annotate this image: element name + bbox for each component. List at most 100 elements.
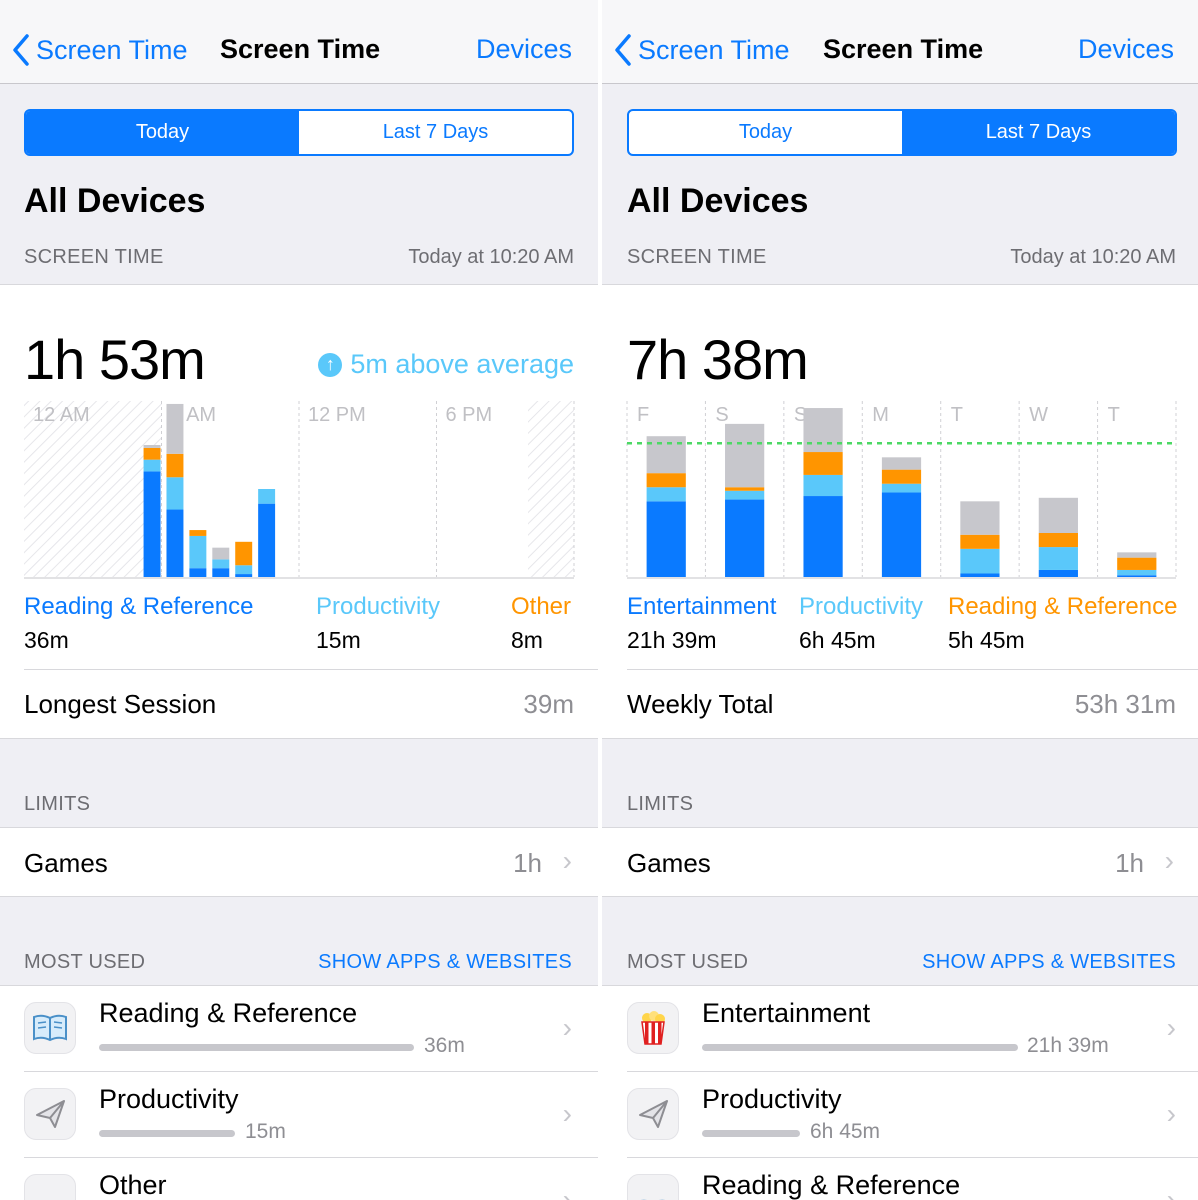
weekly-usage-chart: FSSMTWT <box>626 401 1177 579</box>
bar-segment <box>646 436 686 474</box>
period-segmented-control: Today Last 7 Days <box>627 109 1177 156</box>
navigation-bar: Screen Time Screen Time Devices <box>0 0 598 84</box>
legend-reading-name: Reading & Reference <box>24 593 254 620</box>
legend-entertainment-value: 21h 39m <box>627 627 717 653</box>
app-name: Productivity <box>99 1084 239 1114</box>
bar-segment <box>803 474 843 497</box>
legend-entertainment-name: Entertainment <box>627 593 777 620</box>
most-used-row-other[interactable]: Other › <box>0 1158 598 1200</box>
average-note: ↑ 5m above average <box>318 349 574 380</box>
screen-time-timestamp: Today at 10:20 AM <box>1010 246 1176 268</box>
legend-productivity-name: Productivity <box>316 593 441 620</box>
bar-segment <box>1038 547 1078 570</box>
bar-segment <box>1038 569 1078 577</box>
bar-segment <box>189 535 207 569</box>
app-name: Reading & Reference <box>702 1170 961 1200</box>
legend-productivity: Productivity 15m <box>316 593 440 654</box>
legend-reading-name: Reading & Reference <box>948 593 1178 620</box>
device-title: All Devices <box>24 182 206 220</box>
most-used-row-reading[interactable]: Reading & Reference › <box>602 1158 1198 1200</box>
average-note-text: 5m above average <box>350 349 574 379</box>
chevron-right-icon: › <box>1164 845 1174 876</box>
back-label: Screen Time <box>36 34 188 65</box>
most-used-row-entertainment[interactable]: Entertainment 21h 39m › <box>602 986 1198 1072</box>
chevron-right-icon: › <box>562 1098 572 1129</box>
bar-segment <box>1117 575 1157 577</box>
bar-segment <box>725 499 765 577</box>
app-usage-value: 15m <box>245 1120 286 1143</box>
legend-productivity-value: 6h 45m <box>799 627 876 653</box>
legend-other-value: 8m <box>511 627 543 653</box>
limit-games-value: 1h <box>513 848 542 878</box>
bar-segment <box>646 473 686 488</box>
bar-segment <box>803 408 843 453</box>
back-label: Screen Time <box>638 34 790 65</box>
total-time: 7h 38m <box>627 328 809 391</box>
usage-bar <box>702 1044 1018 1051</box>
bar-segment <box>212 568 230 577</box>
app-usage-value: 36m <box>424 1034 465 1057</box>
bar-segment <box>881 457 922 470</box>
bar-segment <box>1117 569 1157 576</box>
bar-segment <box>960 573 1000 577</box>
screen-time-header: SCREEN TIME <box>24 246 164 268</box>
x-tick-label: 6 PM <box>446 404 493 426</box>
limit-row-games[interactable]: Games 1h › <box>0 827 598 897</box>
x-tick-label: F <box>637 404 649 426</box>
legend-reading: Reading & Reference 5h 45m <box>948 593 1177 654</box>
x-tick-label: S <box>715 404 728 426</box>
device-title: All Devices <box>627 182 809 220</box>
devices-button[interactable]: Devices <box>476 34 572 65</box>
bar-segment <box>725 490 765 500</box>
book-icon <box>627 1174 679 1200</box>
x-tick-label: 12 AM <box>33 404 90 426</box>
app-usage-value: 21h 39m <box>1027 1034 1109 1057</box>
most-used-row-reading[interactable]: Reading & Reference 36m › <box>0 986 598 1072</box>
most-used-row-productivity[interactable]: Productivity 6h 45m › <box>602 1072 1198 1158</box>
hourly-usage-chart: 12 AM 6 AM 12 PM 6 PM <box>24 401 575 579</box>
bar-segment <box>143 445 161 448</box>
devices-button[interactable]: Devices <box>1078 34 1174 65</box>
bar-segment <box>166 477 184 510</box>
limit-games-label: Games <box>24 848 108 878</box>
weekly-total-label: Weekly Total <box>627 689 774 719</box>
legend-other: Other 8m <box>511 593 571 654</box>
bar-segment <box>143 471 161 577</box>
segment-today[interactable]: Today <box>629 111 902 154</box>
segment-last-7-days[interactable]: Last 7 Days <box>902 111 1175 154</box>
bar-segment <box>725 487 765 491</box>
navigation-bar: Screen Time Screen Time Devices <box>602 0 1198 84</box>
show-apps-websites-link[interactable]: SHOW APPS & WEBSITES <box>922 951 1176 974</box>
back-button[interactable]: Screen Time <box>12 30 188 70</box>
segment-today[interactable]: Today <box>26 111 299 154</box>
legend-productivity: Productivity 6h 45m <box>799 593 923 654</box>
usage-bar <box>702 1130 800 1137</box>
chevron-right-icon: › <box>1166 1098 1176 1129</box>
bar-segment <box>1117 552 1157 558</box>
limit-row-games[interactable]: Games 1h › <box>602 827 1198 897</box>
bar-segment <box>1117 557 1157 570</box>
most-used-header: MOST USED <box>24 951 146 973</box>
bar-segment <box>960 534 1000 549</box>
back-button[interactable]: Screen Time <box>614 30 790 70</box>
chevron-left-icon <box>615 34 631 66</box>
show-apps-websites-link[interactable]: SHOW APPS & WEBSITES <box>318 951 572 974</box>
popcorn-icon <box>627 1002 679 1054</box>
usage-card: 7h 38m FSSMTWT Entertainment 21h 39m Pro… <box>602 284 1198 739</box>
bar-segment <box>881 469 922 484</box>
most-used-row-productivity[interactable]: Productivity 15m › <box>0 1072 598 1158</box>
x-tick-label: W <box>1029 404 1048 426</box>
bar-segment <box>1038 497 1078 533</box>
bar-segment <box>960 501 1000 535</box>
bar-segment <box>143 447 161 460</box>
bar-segment <box>189 530 207 536</box>
x-tick-label: M <box>872 404 889 426</box>
total-time: 1h 53m <box>24 328 206 391</box>
segment-last-7-days[interactable]: Last 7 Days <box>299 111 572 154</box>
period-segmented-control: Today Last 7 Days <box>24 109 574 156</box>
x-tick-label: T <box>1108 404 1120 426</box>
paper-plane-icon <box>627 1088 679 1140</box>
bar-segment <box>212 547 230 560</box>
app-usage-value: 6h 45m <box>810 1120 881 1143</box>
bar-segment <box>881 483 922 493</box>
